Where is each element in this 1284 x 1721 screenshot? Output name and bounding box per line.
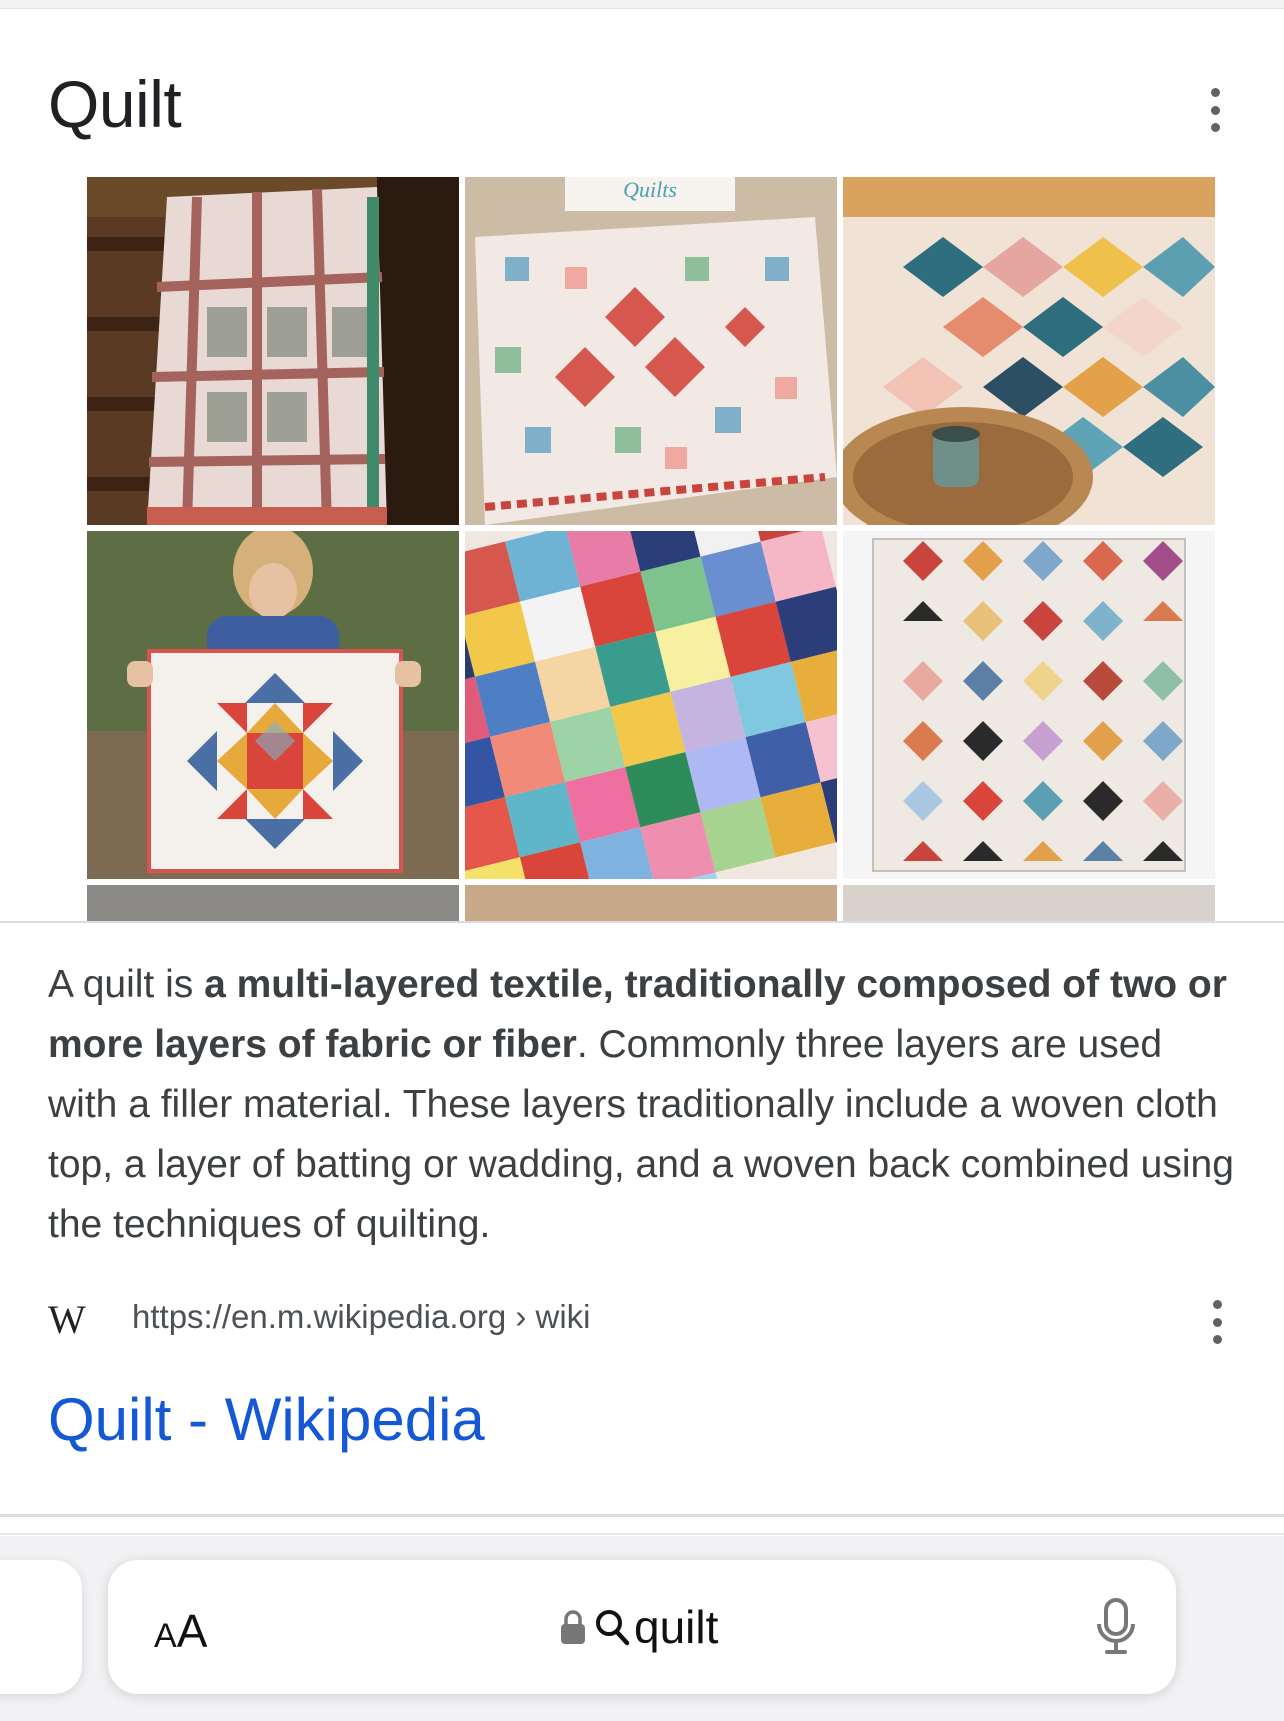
previous-tab[interactable] xyxy=(0,1560,82,1694)
wikipedia-logo-icon: W xyxy=(48,1297,86,1342)
description-text: A quilt is xyxy=(48,963,205,1006)
search-query: quilt xyxy=(634,1601,719,1653)
search-icon xyxy=(596,1610,630,1646)
text-size-button[interactable]: AA xyxy=(154,1604,207,1658)
quilt-image-2[interactable]: Quilts xyxy=(465,177,837,525)
quilt-image-1[interactable] xyxy=(87,177,459,525)
more-vert-icon[interactable] xyxy=(1202,1300,1232,1344)
panel-title: Quilt xyxy=(48,67,182,141)
image-grid: Quilts xyxy=(87,177,1215,921)
mic-icon[interactable] xyxy=(1096,1598,1136,1656)
lock-icon xyxy=(561,1610,585,1644)
text-size-large-label: A xyxy=(176,1605,208,1657)
divider xyxy=(0,1514,1284,1517)
divider xyxy=(0,1533,1284,1535)
source-url[interactable]: https://en.m.wikipedia.org › wiki xyxy=(132,1294,591,1340)
quilt-image-3[interactable] xyxy=(843,177,1215,525)
more-vert-icon[interactable] xyxy=(1200,88,1230,132)
quilt-image-6[interactable] xyxy=(843,531,1215,879)
quilt-image-5[interactable] xyxy=(465,531,837,879)
result-title-link[interactable]: Quilt - Wikipedia xyxy=(48,1382,485,1458)
top-divider xyxy=(0,0,1284,9)
text-size-small-label: A xyxy=(154,1617,177,1655)
quilt-image-4[interactable] xyxy=(87,531,459,879)
quilt-image-9[interactable] xyxy=(843,885,1215,921)
url-display[interactable]: quilt xyxy=(560,1594,718,1660)
description: A quilt is a multi-layered textile, trad… xyxy=(48,955,1238,1255)
quilt-image-8[interactable] xyxy=(465,885,837,921)
book-cover-text: Quilts xyxy=(623,177,677,202)
quilt-image-7[interactable] xyxy=(87,885,459,921)
address-bar[interactable]: AA quilt xyxy=(108,1560,1176,1694)
divider xyxy=(0,921,1284,923)
